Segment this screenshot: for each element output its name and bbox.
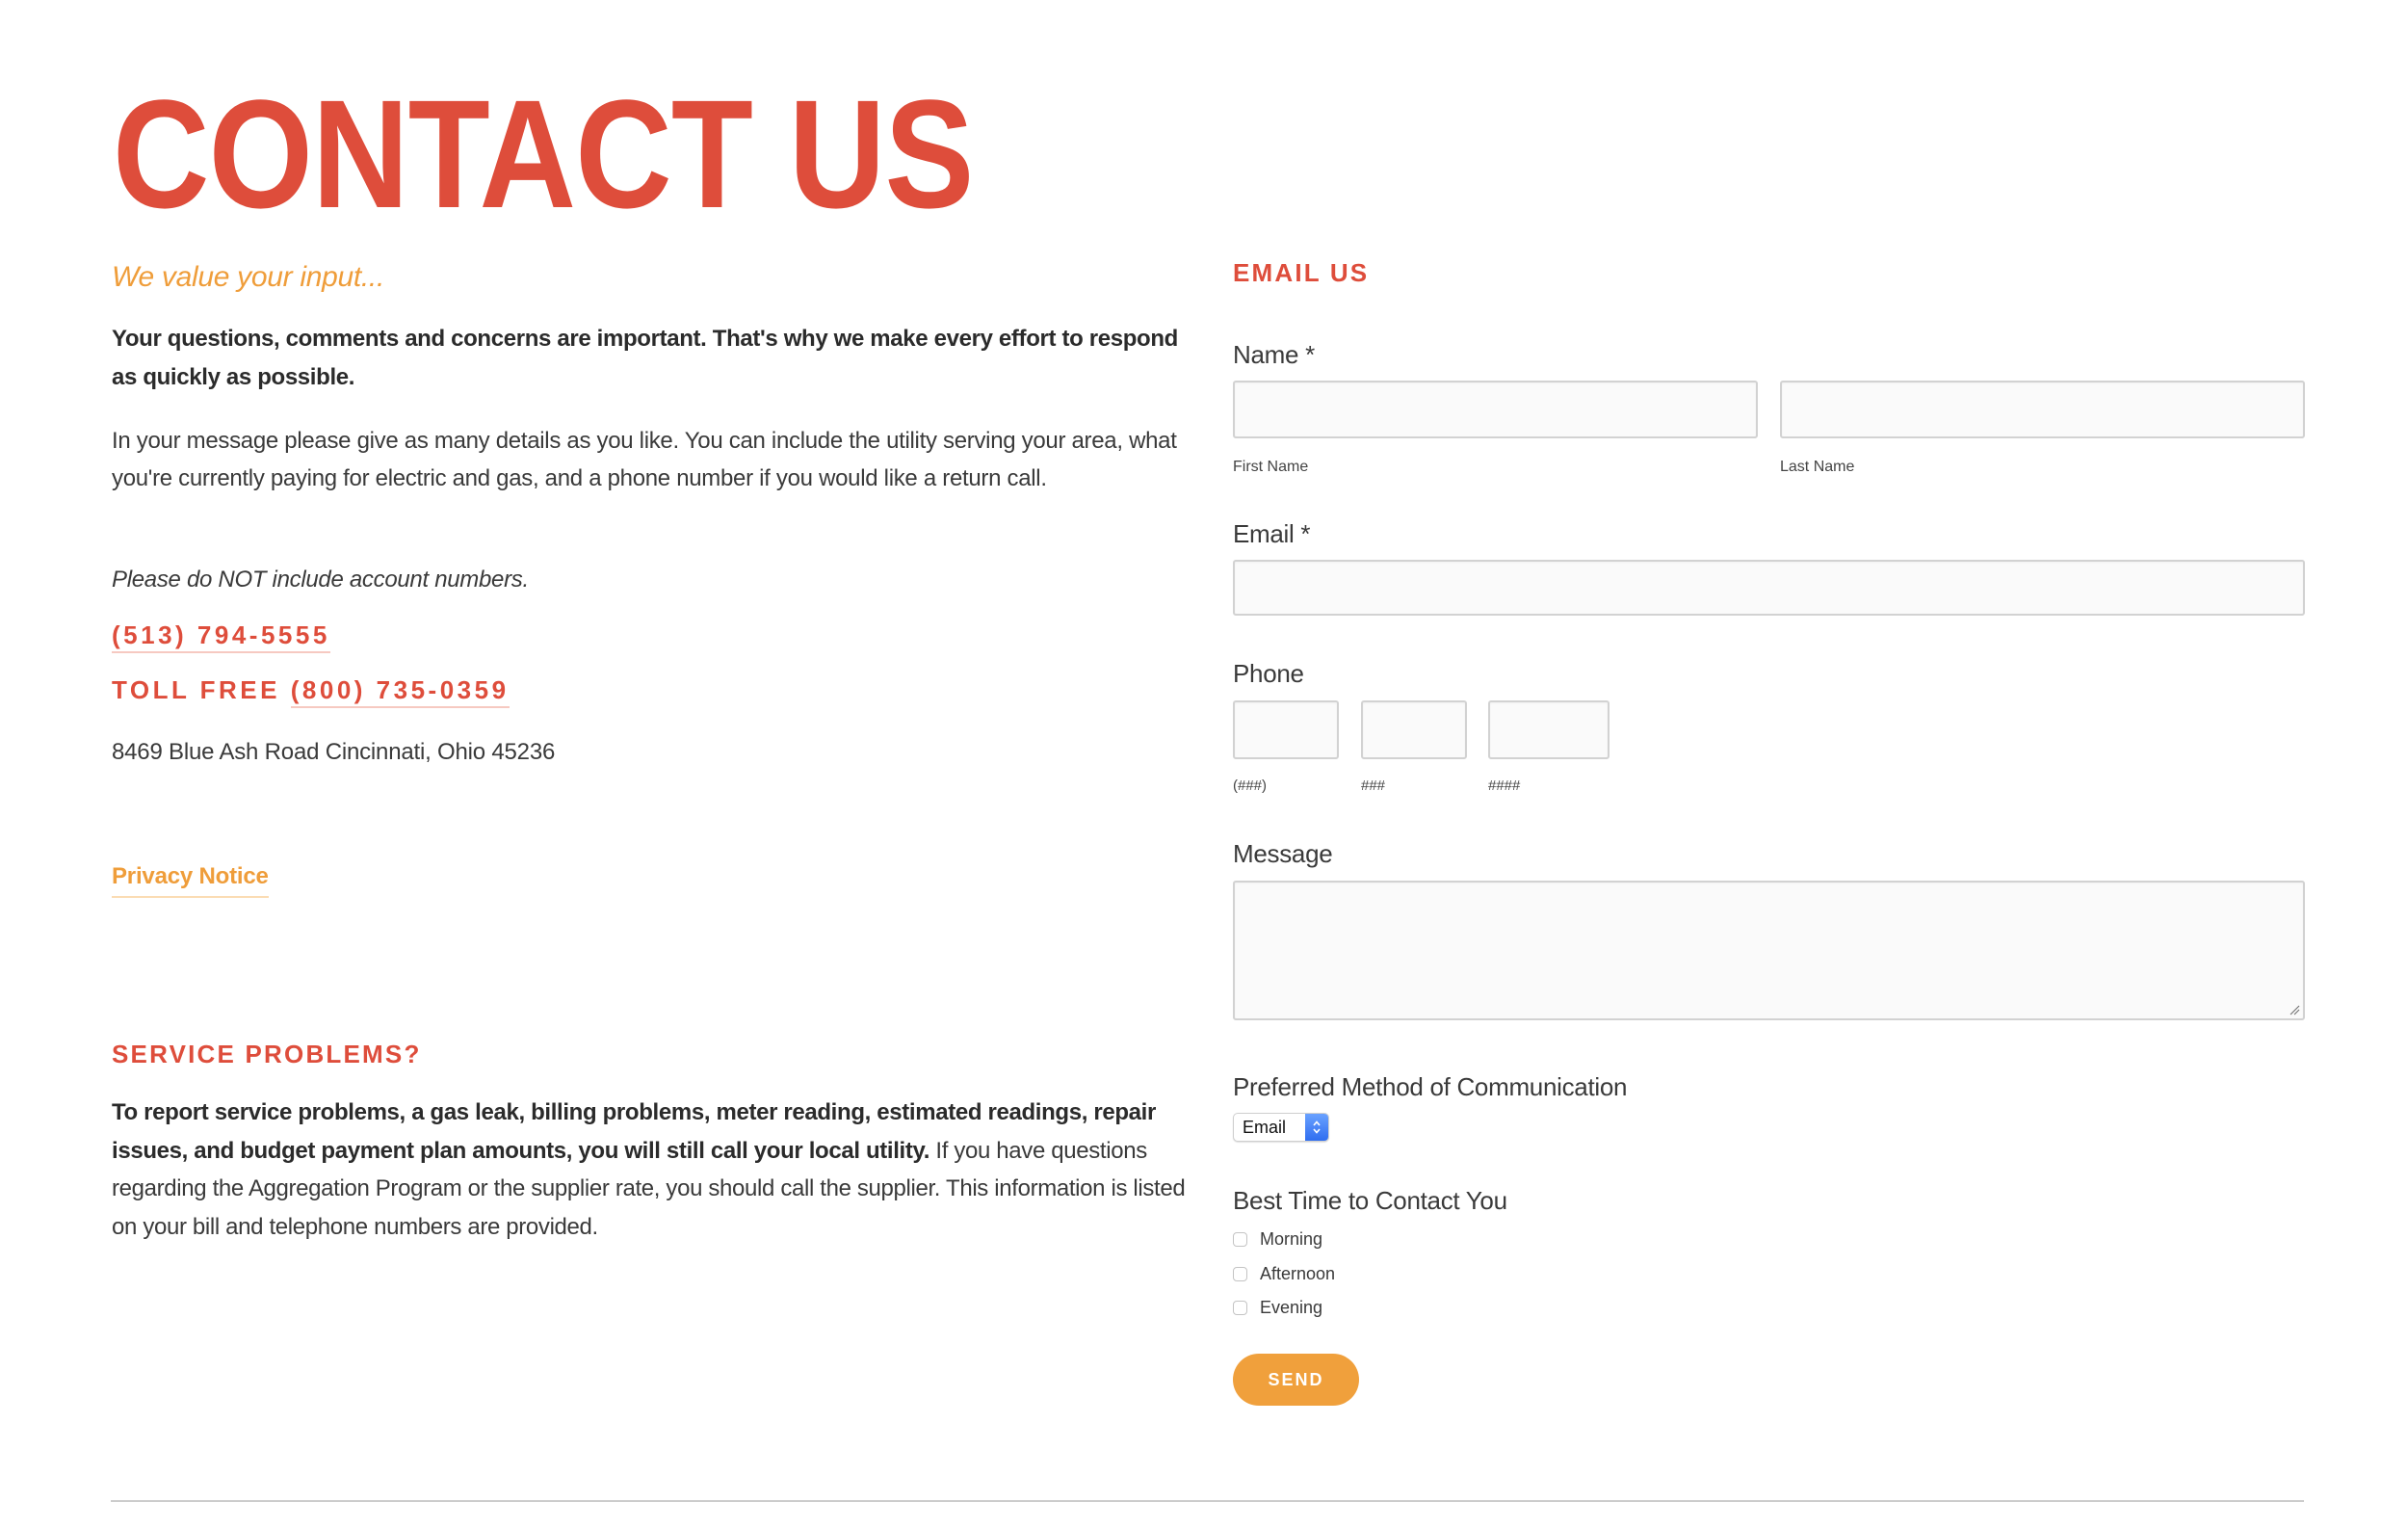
phone-area-code-input[interactable] [1233, 700, 1339, 759]
intro-subtitle: We value your input... [112, 261, 384, 293]
phone-area-code-hint: (###) [1233, 778, 1268, 794]
email-label: Email * [1233, 519, 1311, 548]
phone-prefix-hint: ### [1361, 778, 1386, 794]
phone-prefix-input[interactable] [1361, 700, 1467, 759]
office-address: 8469 Blue Ash Road Cincinnati, Ohio 4523… [112, 739, 556, 765]
evening-checkbox[interactable] [1233, 1300, 1247, 1315]
intro-details-text: In your message please give as many deta… [112, 428, 1177, 491]
select-stepper-icon [1305, 1114, 1328, 1141]
last-name-input[interactable] [1780, 381, 2305, 438]
message-label: Message [1233, 839, 1333, 868]
afternoon-checkbox[interactable] [1233, 1266, 1247, 1281]
first-name-input[interactable] [1233, 381, 1758, 438]
privacy-notice-link[interactable]: Privacy Notice [112, 859, 269, 898]
preferred-method-label: Preferred Method of Communication [1233, 1072, 1628, 1101]
footer-divider [111, 1500, 2304, 1502]
afternoon-checkbox-label: Afternoon [1260, 1263, 1336, 1283]
intro-lead-text: Your questions, comments and concerns ar… [112, 326, 1178, 390]
email-input[interactable] [1233, 560, 2305, 616]
toll-free-line: TOLL FREE (800) 735-0359 [112, 672, 510, 708]
service-problems-heading: SERVICE PROBLEMS? [112, 1040, 422, 1068]
preferred-method-selected-value: Email [1243, 1118, 1287, 1137]
evening-checkbox-label: Evening [1260, 1297, 1323, 1317]
toll-free-label: TOLL FREE [112, 675, 280, 704]
resize-handle-icon[interactable] [2289, 1004, 2300, 1015]
best-time-label: Best Time to Contact You [1233, 1186, 1507, 1215]
preferred-method-select[interactable]: Email [1233, 1113, 1329, 1142]
morning-checkbox-label: Morning [1260, 1228, 1323, 1249]
best-time-option-afternoon[interactable]: Afternoon [1233, 1259, 1335, 1288]
name-label: Name * [1233, 340, 1315, 369]
phone-label: Phone [1233, 659, 1304, 688]
best-time-option-evening[interactable]: Evening [1233, 1293, 1322, 1322]
last-name-sublabel: Last Name [1780, 459, 1855, 475]
account-numbers-note: Please do NOT include account numbers. [112, 567, 529, 593]
morning-checkbox[interactable] [1233, 1231, 1247, 1247]
service-problems-text: To report service problems, a gas leak, … [112, 1094, 1189, 1246]
first-name-sublabel: First Name [1233, 459, 1309, 475]
best-time-option-morning[interactable]: Morning [1233, 1225, 1322, 1253]
email-us-heading: EMAIL US [1233, 258, 1370, 287]
main-phone-line: (513) 794-5555 [112, 618, 330, 653]
main-phone-link[interactable]: (513) 794-5555 [112, 620, 330, 653]
phone-line-number-hint: #### [1488, 778, 1521, 794]
toll-free-phone-link[interactable]: (800) 735-0359 [290, 675, 510, 708]
send-button[interactable]: SEND [1233, 1354, 1359, 1406]
page-title: CONTACT US [113, 67, 974, 240]
phone-line-number-input[interactable] [1488, 700, 1610, 759]
message-textarea[interactable] [1233, 881, 2305, 1020]
